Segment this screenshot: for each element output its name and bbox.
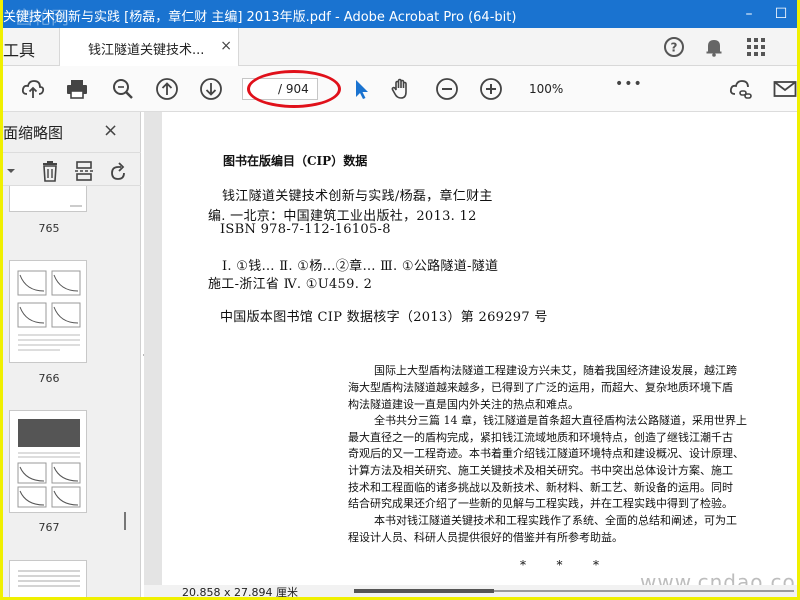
- options-dropdown-icon[interactable]: [5, 160, 27, 182]
- body-line: 海大型盾构法隧道越来越多，已得到了广泛的运用，而超大、复杂地质环境下盾: [348, 381, 733, 394]
- zoom-level[interactable]: 100%: [523, 78, 573, 100]
- tab-document-label: 钱江隧道关键技术...: [88, 43, 205, 58]
- status-bar: 20.858 x 27.894 厘米: [144, 585, 797, 597]
- cip-line: 施工-浙江省 Ⅳ. ①U459. 2: [208, 277, 373, 292]
- panel-title: 面缩略图: [3, 124, 64, 142]
- tab-close-button[interactable]: ×: [220, 38, 232, 54]
- section-stars: * * *: [520, 558, 600, 572]
- body-line: 计算方法及相关研究、施工关键技术及相关研究。书中突出总体设计方案、施工: [348, 464, 733, 477]
- tab-bar: 工具 钱江隧道关键技术... × ?: [3, 28, 797, 66]
- next-page-icon[interactable]: [199, 77, 223, 101]
- thumbnail-label: 765: [38, 222, 60, 235]
- trash-icon[interactable]: [39, 160, 61, 182]
- thumbnail-page-766[interactable]: [9, 260, 87, 363]
- body-line: 结合研究成果还介绍了一些新的见解与工程实践，并在工程实践中得到了检验。: [348, 497, 733, 510]
- apps-grid-icon[interactable]: [745, 36, 767, 58]
- tab-document[interactable]: 钱江隧道关键技术... ×: [59, 28, 239, 66]
- main-toolbar: / 904 100% •••: [3, 66, 797, 112]
- cip-line: ISBN 978-7-112-16105-8: [220, 222, 391, 237]
- zoom-in-icon[interactable]: [479, 77, 503, 101]
- maximize-button[interactable]: ☐: [771, 4, 791, 24]
- body-line: 最大直径之一的盾构完成，紧扣钱江流域地质和环境特点，创造了继钱江潮千古: [348, 431, 733, 444]
- page-size-readout: 20.858 x 27.894 厘米: [182, 586, 298, 597]
- zoom-search-icon[interactable]: [111, 77, 135, 101]
- previous-page-icon[interactable]: [155, 77, 179, 101]
- document-view[interactable]: 图书在版编目（CIP）数据 钱江隧道关键技术创新与实践/杨磊，章仁财主 编. 一…: [144, 112, 797, 597]
- pdf-page: 图书在版编目（CIP）数据 钱江隧道关键技术创新与实践/杨磊，章仁财主 编. 一…: [162, 112, 797, 585]
- select-cursor-icon[interactable]: [349, 77, 373, 101]
- hand-tool-icon[interactable]: [389, 77, 413, 101]
- body-line: 技术和工程面临的诸多挑战以及新技术、新材料、新工艺、新设备的运用。同时: [348, 481, 733, 494]
- upload-cloud-icon[interactable]: [21, 77, 45, 101]
- horizontal-scrollbar[interactable]: [354, 589, 794, 593]
- title-watermark: 齿轮网: [15, 8, 69, 29]
- body-line: 全书共分三篇 14 章，钱江隧道是首条超大直径盾构法公路隧道，采用世界上: [374, 414, 747, 427]
- thumbnail-label: 767: [38, 521, 60, 534]
- share-link-icon[interactable]: [729, 77, 753, 101]
- body-line: 奇观后的又一工程奇迹。本书着重介绍钱江隧道环境特点和建设概况、设计原理、: [348, 447, 744, 460]
- panel-close-button[interactable]: ×: [103, 120, 118, 141]
- email-icon[interactable]: [773, 77, 797, 101]
- insert-pages-icon[interactable]: [73, 160, 95, 182]
- help-icon[interactable]: ?: [663, 36, 685, 58]
- body-line: 本书对钱江隧道关键技术和工程实践作了系统、全面的总结和阐述，可为工: [374, 514, 737, 527]
- zoom-out-icon[interactable]: [435, 77, 459, 101]
- thumbnail-label: 766: [38, 372, 60, 385]
- page-thumbnails-panel: 面缩略图 × 765 766 767: [3, 112, 141, 597]
- print-icon[interactable]: [65, 77, 89, 101]
- cip-title: 图书在版编目（CIP）数据: [223, 154, 368, 168]
- acrobat-window: 关键技术创新与实践 [杨磊，章仁财 主编] 2013年版.pdf - Adobe…: [3, 0, 797, 597]
- bell-icon[interactable]: [703, 36, 725, 58]
- thumbnail-scrollbar[interactable]: [124, 512, 126, 530]
- title-bar: 关键技术创新与实践 [杨磊，章仁财 主编] 2013年版.pdf - Adobe…: [3, 0, 797, 29]
- cip-line: Ⅰ. ①钱… Ⅱ. ①杨…②章… Ⅲ. ①公路隧道-隧道: [222, 259, 499, 274]
- horizontal-scroll-thumb[interactable]: [354, 589, 494, 593]
- body-line: 程设计人员、科研人员提供很好的借鉴并有所参考助益。: [348, 531, 623, 544]
- minimize-button[interactable]: –: [739, 4, 759, 24]
- more-tools-button[interactable]: •••: [615, 76, 642, 100]
- cip-line: 钱江隧道关键技术创新与实践/杨磊，章仁财主: [222, 189, 493, 204]
- thumbnail-page-767[interactable]: [9, 410, 87, 513]
- tab-tools[interactable]: 工具: [3, 37, 35, 61]
- body-line: 构法隧道建设一直是国内外关注的热点和难点。: [348, 398, 579, 411]
- panel-toolbar: [3, 152, 141, 186]
- window-title: 关键技术创新与实践 [杨磊，章仁财 主编] 2013年版.pdf - Adobe…: [3, 10, 517, 25]
- svg-text:?: ?: [671, 41, 678, 55]
- thumbnail-page-768[interactable]: [9, 560, 87, 597]
- highlight-ellipse: [247, 70, 341, 108]
- body-line: 国际上大型盾构法隧道工程建设方兴未艾，随着我国经济建设发展，越江跨: [374, 364, 737, 377]
- rotate-icon[interactable]: [107, 160, 129, 182]
- thumbnail-page-765[interactable]: [9, 186, 87, 212]
- cip-line: 中国版本图书馆 CIP 数据核字（2013）第 269297 号: [220, 310, 548, 325]
